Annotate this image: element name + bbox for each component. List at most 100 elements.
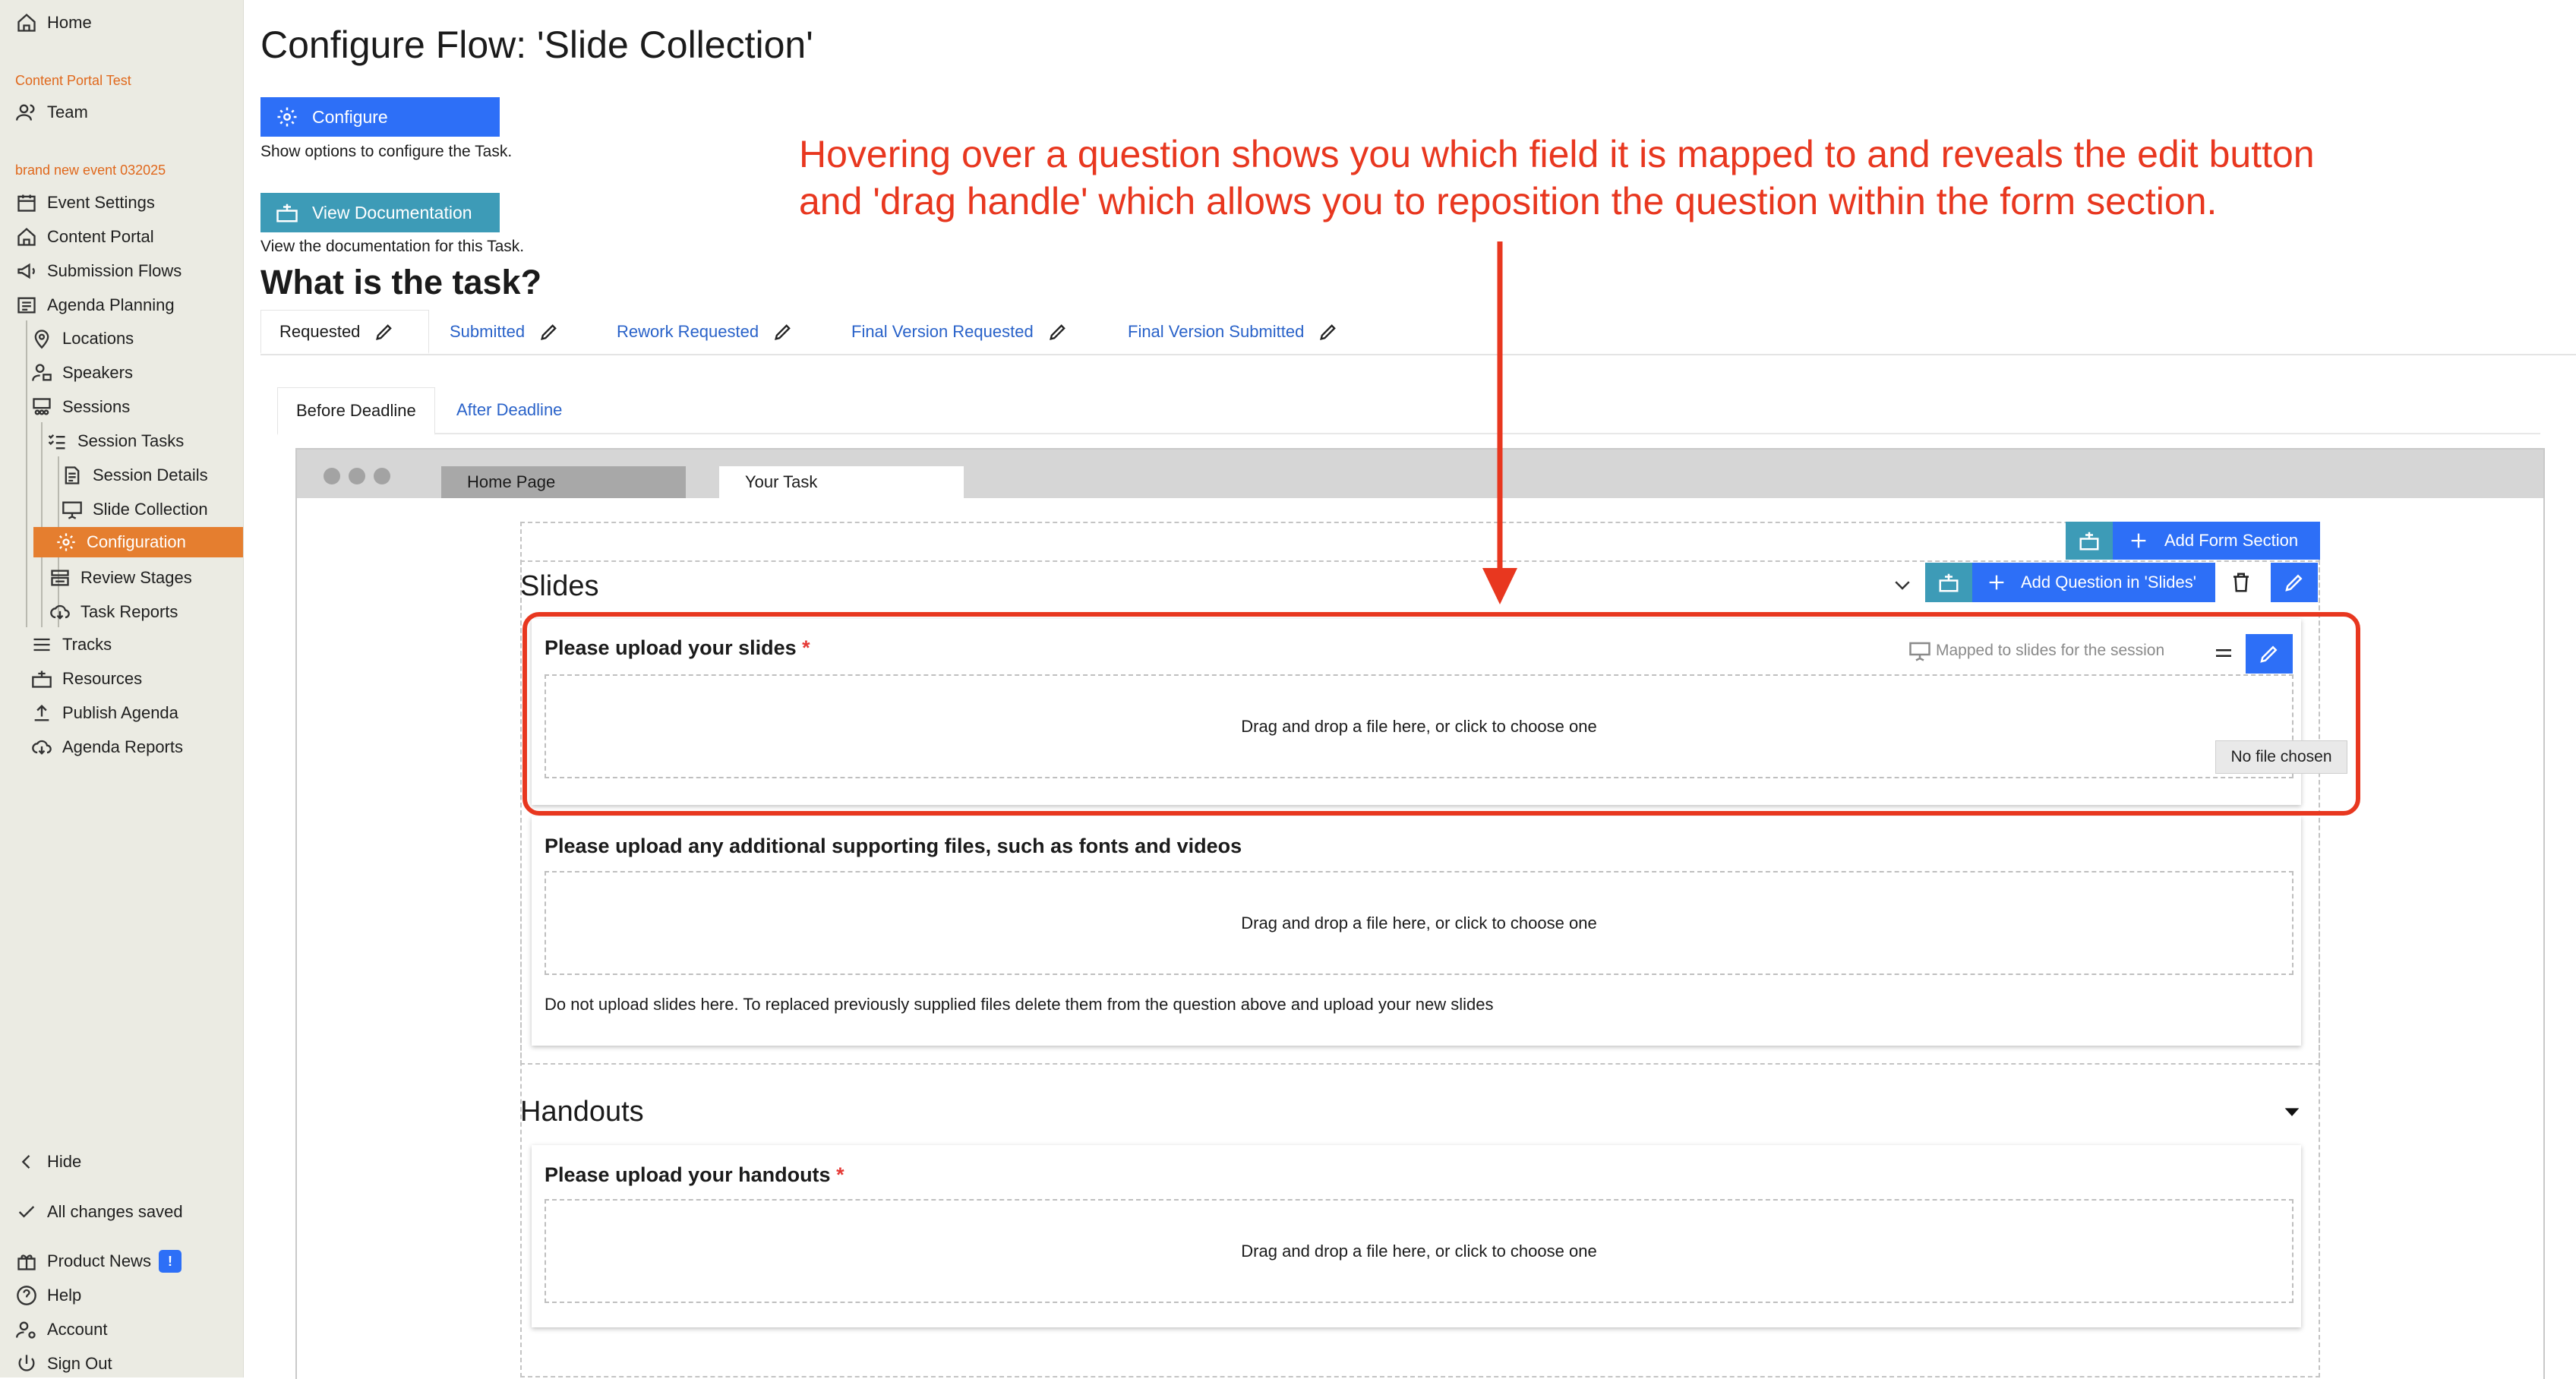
sidebar-item-label: Product News — [47, 1251, 151, 1270]
sidebar-item-locations[interactable]: Locations — [30, 323, 134, 354]
tree-line — [41, 422, 43, 627]
sidebar-item-session-details[interactable]: Session Details — [61, 460, 208, 491]
tab-after-deadline[interactable]: After Deadline — [438, 387, 580, 433]
sidebar-item-label: Sign Out — [47, 1354, 112, 1373]
presentation-icon — [61, 498, 84, 521]
caret-down-icon — [2284, 1108, 2300, 1116]
sidebar-item-help[interactable]: Help — [15, 1280, 81, 1311]
cloud-download-icon — [30, 736, 53, 759]
document-icon — [61, 464, 84, 487]
megaphone-icon — [15, 260, 38, 282]
sidebar-item-label: Home — [47, 13, 92, 32]
gear-icon — [277, 107, 297, 127]
sidebar-item-publish-agenda[interactable]: Publish Agenda — [30, 698, 178, 728]
browser-tab-home-page[interactable]: Home Page — [441, 466, 686, 498]
question-help-text: Do not upload slides here. To replaced p… — [545, 995, 1494, 1014]
file-dropzone[interactable]: Drag and drop a file here, or click to c… — [545, 871, 2293, 975]
pencil-icon — [775, 324, 791, 340]
tab-final-version-submitted[interactable]: Final Version Submitted — [1110, 310, 1357, 354]
sessions-icon — [30, 396, 53, 418]
save-status: All changes saved — [15, 1197, 183, 1227]
delete-section-button[interactable] — [2221, 563, 2261, 602]
resources-icon — [30, 667, 53, 690]
hide-sidebar-button[interactable]: Hide — [15, 1147, 81, 1177]
sidebar: Home Content Portal Test Team brand new … — [0, 0, 244, 1377]
list-icon — [15, 294, 38, 317]
sidebar-item-account[interactable]: Account — [15, 1314, 108, 1345]
sidebar-item-label: Session Tasks — [77, 431, 185, 450]
configure-caption: Show options to configure the Task. — [260, 143, 513, 160]
sidebar-item-label: Task Reports — [80, 602, 178, 621]
configure-button-label: Configure — [312, 106, 388, 127]
sidebar-item-review-stages[interactable]: Review Stages — [49, 563, 192, 593]
collapse-section-button[interactable] — [2277, 1098, 2307, 1125]
sidebar-item-label: Sessions — [62, 397, 131, 416]
tab-submitted[interactable]: Submitted — [431, 310, 578, 354]
section-template-button[interactable] — [2066, 522, 2113, 560]
sidebar-item-slide-collection[interactable]: Slide Collection — [61, 494, 208, 525]
sidebar-item-product-news[interactable]: Product News ! — [15, 1246, 182, 1276]
location-pin-icon — [30, 327, 53, 350]
tab-label: Submitted — [450, 322, 526, 341]
sidebar-item-label: Speakers — [62, 363, 133, 382]
browser-bar: Home Page Your Task — [297, 450, 2543, 498]
sidebar-item-label: Agenda Reports — [62, 737, 183, 756]
tab-label: Final Version Submitted — [1128, 322, 1305, 341]
sidebar-item-agenda-planning[interactable]: Agenda Planning — [15, 290, 175, 320]
annotation-arrow — [1482, 241, 1517, 604]
sidebar-item-configuration[interactable]: Configuration — [33, 527, 243, 557]
annotation-line: Hovering over a question shows you which… — [799, 133, 2315, 175]
cloud-download-icon — [49, 601, 71, 623]
sidebar-item-content-portal[interactable]: Content Portal — [15, 222, 154, 252]
tab-requested[interactable]: Requested — [260, 310, 429, 354]
section-title-handouts: Handouts — [520, 1096, 644, 1128]
sidebar-item-agenda-reports[interactable]: Agenda Reports — [30, 732, 183, 762]
view-documentation-button[interactable]: View Documentation — [260, 193, 500, 232]
configure-button[interactable]: Configure — [260, 97, 500, 137]
tab-final-version-requested[interactable]: Final Version Requested — [833, 310, 1087, 354]
sidebar-item-sessions[interactable]: Sessions — [30, 392, 130, 422]
annotation-line: and 'drag handle' which allows you to re… — [799, 180, 2218, 222]
sidebar-item-speakers[interactable]: Speakers — [30, 358, 133, 388]
news-badge: ! — [158, 1250, 182, 1273]
collapse-section-button[interactable] — [1887, 570, 1918, 600]
review-icon — [49, 566, 71, 589]
sidebar-item-session-tasks[interactable]: Session Tasks — [46, 426, 184, 456]
sidebar-item-submission-flows[interactable]: Submission Flows — [15, 256, 182, 286]
tree-line — [26, 320, 27, 627]
sidebar-item-label: Help — [47, 1286, 82, 1305]
annotation-highlight — [522, 612, 2360, 816]
sidebar-item-label: Locations — [62, 329, 134, 348]
edit-section-button[interactable] — [2271, 563, 2318, 602]
sidebar-item-task-reports[interactable]: Task Reports — [49, 597, 178, 627]
hide-label: Hide — [47, 1152, 82, 1171]
sidebar-item-label: Account — [47, 1320, 108, 1339]
window-dot — [374, 468, 390, 484]
tab-rework-requested[interactable]: Rework Requested — [598, 310, 812, 354]
documentation-caption: View the documentation for this Task. — [260, 238, 525, 255]
add-question-button[interactable]: Add Question in 'Slides' — [1972, 563, 2215, 602]
account-gear-icon — [15, 1318, 38, 1341]
sidebar-item-resources[interactable]: Resources — [30, 664, 142, 694]
question-template-button[interactable] — [1925, 563, 1972, 602]
sidebar-item-home[interactable]: Home — [15, 8, 92, 38]
status-tabs: Requested Submitted Rework Requested Fin… — [260, 310, 2576, 355]
file-dropzone[interactable]: Drag and drop a file here, or click to c… — [545, 1199, 2293, 1303]
pencil-icon — [1320, 324, 1337, 340]
sidebar-item-label: Session Details — [93, 465, 208, 484]
tab-before-deadline[interactable]: Before Deadline — [277, 387, 435, 435]
section-title-slides: Slides — [520, 570, 599, 602]
deadline-tabs: Before Deadline After Deadline — [277, 387, 2540, 435]
add-form-section-button[interactable]: Add Form Section — [2113, 522, 2320, 560]
sidebar-item-label: Content Portal — [47, 227, 154, 246]
annotation-text: Hovering over a question shows you which… — [799, 131, 2315, 225]
add-form-section-label: Add Form Section — [2164, 531, 2299, 550]
sidebar-item-label: Review Stages — [80, 568, 192, 587]
gift-box-icon — [2079, 532, 2099, 551]
sidebar-item-tracks[interactable]: Tracks — [30, 630, 112, 660]
gift-icon — [15, 1250, 38, 1273]
sidebar-item-sign-out[interactable]: Sign Out — [15, 1349, 112, 1379]
browser-tab-your-task[interactable]: Your Task — [719, 466, 964, 498]
sidebar-item-team[interactable]: Team — [15, 97, 88, 128]
sidebar-item-event-settings[interactable]: Event Settings — [15, 188, 155, 218]
